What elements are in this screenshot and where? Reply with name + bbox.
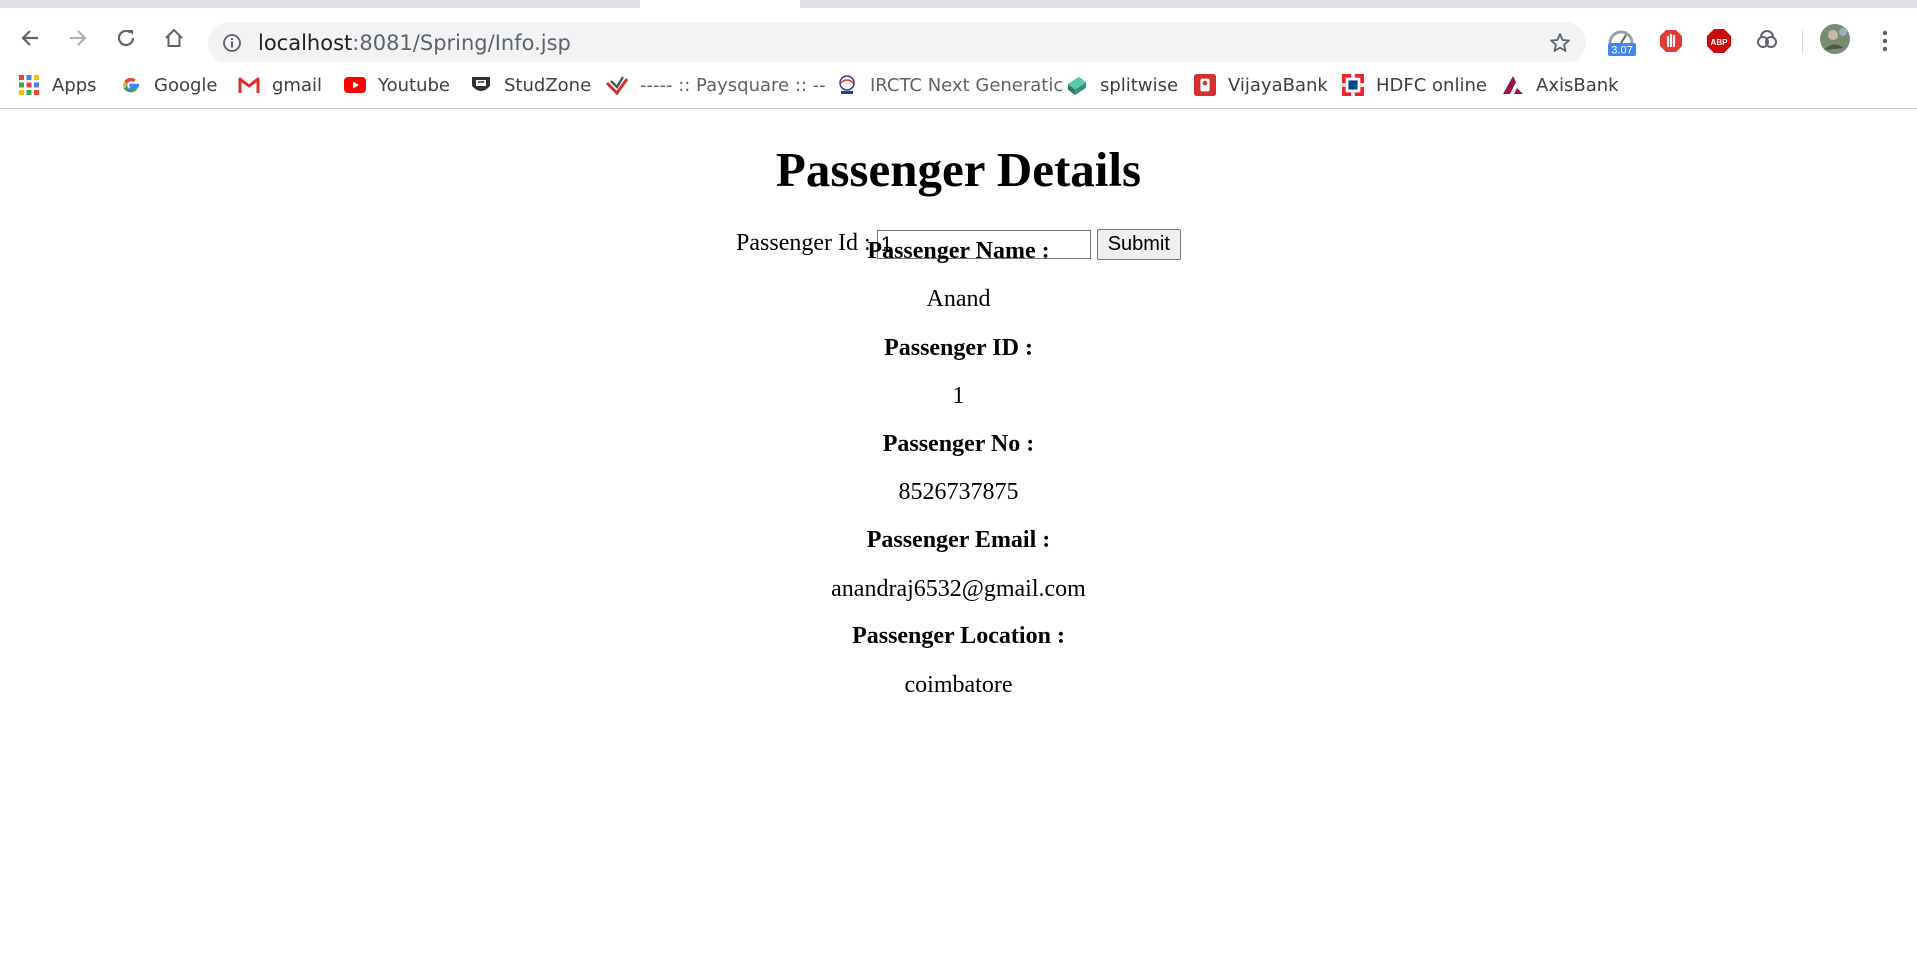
abp-label: ABP (1711, 38, 1729, 47)
passenger-email-label: Passenger Email : (866, 527, 1051, 553)
stop-extension-button[interactable] (1656, 26, 1686, 56)
back-button[interactable] (14, 22, 46, 54)
passenger-location-label: Passenger Location : (852, 623, 1065, 649)
studzone-icon (470, 74, 492, 96)
toolbar-divider (1802, 30, 1803, 54)
reload-icon (117, 29, 135, 47)
adblock-plus-button[interactable]: ABP (1704, 26, 1734, 56)
youtube-icon (344, 74, 366, 96)
bookmark-label: ----- :: Paysquare :: -- (640, 74, 826, 96)
page-title: Passenger Details (775, 142, 1142, 197)
more-vertical-icon (1882, 30, 1888, 52)
url-path: :8081/Spring/Info.jsp (352, 31, 571, 55)
bookmark-label: HDFC online (1376, 74, 1487, 96)
forward-arrow-icon (70, 30, 87, 46)
speedometer-icon: 3.07 (1608, 30, 1636, 57)
bookmark-hdfc[interactable]: HDFC online (1342, 70, 1487, 100)
home-button[interactable] (158, 22, 190, 54)
passenger-id-field-label: Passenger ID : (884, 335, 1033, 361)
extension-badge: 3.07 (1611, 45, 1632, 57)
vijayabank-icon (1194, 74, 1216, 96)
passenger-id-value: 1 (952, 383, 965, 409)
bookmark-label: Google (154, 74, 218, 96)
site-info-icon[interactable] (222, 33, 242, 58)
url-text[interactable]: localhost:8081/Spring/Info.jsp (258, 31, 571, 55)
browser-toolbar: localhost:8081/Spring/Info.jsp 3.07 ABP (0, 8, 1917, 64)
profile-avatar[interactable] (1820, 24, 1850, 54)
adblock-plus-icon: ABP (1707, 29, 1731, 53)
bookmark-splitwise[interactable]: splitwise (1066, 70, 1178, 100)
active-tab[interactable] (640, 0, 800, 8)
bookmarks-bar: Apps Google gmail Youtube StudZone -----… (0, 62, 1917, 109)
gmail-icon (238, 74, 260, 96)
bookmark-axisbank[interactable]: AxisBank (1502, 70, 1619, 100)
apps-grid-icon (18, 74, 40, 96)
passenger-no-label: Passenger No : (882, 431, 1035, 457)
passenger-email-value: anandraj6532@gmail.com (831, 576, 1086, 602)
bookmark-gmail[interactable]: gmail (238, 70, 322, 100)
passenger-no-value: 8526737875 (898, 479, 1019, 505)
back-arrow-icon (21, 30, 38, 46)
bookmark-star-icon[interactable] (1548, 31, 1572, 60)
bookmark-label: gmail (272, 74, 322, 96)
bookmark-vijayabank[interactable]: VijayaBank (1194, 70, 1328, 100)
paysquare-icon (606, 74, 628, 96)
bookmark-studzone[interactable]: StudZone (470, 70, 591, 100)
tab-strip (0, 0, 1917, 8)
address-bar[interactable]: localhost:8081/Spring/Info.jsp (208, 22, 1586, 64)
speed-extension-button[interactable]: 3.07 (1606, 26, 1636, 56)
reload-button[interactable] (110, 22, 142, 54)
bookmark-label: StudZone (504, 74, 592, 96)
bookmark-label: Apps (52, 74, 97, 96)
tab[interactable] (0, 0, 640, 8)
bookmark-label: IRCTC Next Generatic (870, 74, 1064, 96)
url-host: localhost (258, 31, 353, 55)
bookmark-label: splitwise (1100, 74, 1179, 96)
cloud-link-icon (1757, 30, 1777, 48)
passenger-location-value: coimbatore (904, 672, 1013, 698)
bookmark-paysquare[interactable]: ----- :: Paysquare :: -- (606, 70, 826, 100)
page-content: Passenger Details Passenger Id : Submit … (0, 109, 1917, 976)
axisbank-icon (1502, 74, 1524, 96)
bookmark-label: Youtube (378, 74, 450, 96)
bookmark-label: AxisBank (1536, 74, 1619, 96)
bookmark-label: VijayaBank (1228, 74, 1328, 96)
splitwise-icon (1066, 74, 1088, 96)
hand-stop-icon (1660, 30, 1682, 52)
bookmark-youtube[interactable]: Youtube (344, 70, 450, 100)
google-icon (120, 74, 142, 96)
bookmark-google[interactable]: Google (120, 70, 217, 100)
passenger-name-value: Anand (926, 286, 991, 312)
bookmark-irctc[interactable]: IRCTC Next Generatic (836, 70, 1063, 100)
bookmark-apps[interactable]: Apps (18, 70, 97, 100)
extension-button[interactable] (1752, 26, 1782, 56)
hdfc-icon (1342, 74, 1364, 96)
home-icon (165, 28, 183, 47)
avatar-icon (1820, 24, 1850, 54)
menu-button[interactable] (1870, 26, 1900, 56)
passenger-name-label: Passenger Name : (867, 238, 1050, 264)
irctc-icon (836, 74, 858, 96)
forward-button[interactable] (62, 22, 94, 54)
